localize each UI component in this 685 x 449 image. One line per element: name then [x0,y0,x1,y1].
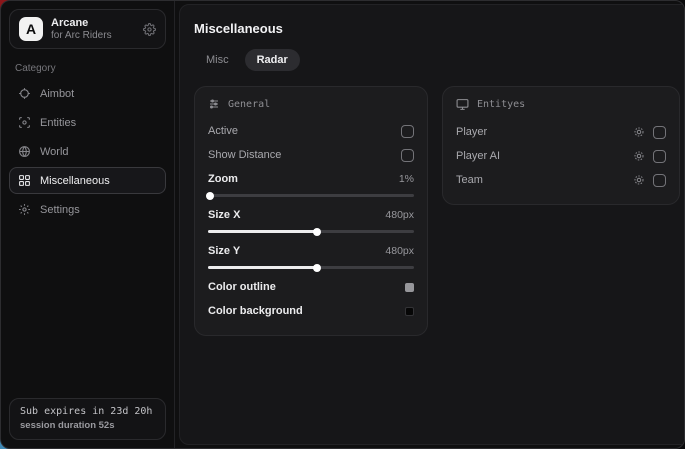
size-y-slider[interactable] [208,263,414,272]
player-ai-checkbox[interactable] [653,150,666,163]
sidebar: A Arcane for Arc Riders Category Aimbot [1,1,175,448]
player-checkbox[interactable] [653,126,666,139]
slider-row-size-x: Size X 480px [208,204,414,226]
zoom-slider[interactable] [208,191,414,200]
sidebar-item-world[interactable]: World [9,138,166,165]
sidebar-item-aimbot[interactable]: Aimbot [9,80,166,107]
scan-icon [18,116,31,129]
entity-label: Player AI [456,150,500,162]
sidebar-item-entities[interactable]: Entities [9,109,166,136]
color-background-swatch[interactable] [405,307,414,316]
toggle-label: Active [208,125,238,137]
sidebar-item-label: World [40,146,69,158]
toggle-row-active: Active [208,120,414,142]
slider-label: Size Y [208,245,240,257]
general-panel: General Active Show Distance Zoom 1% [194,86,428,336]
sidebar-item-label: Aimbot [40,88,74,100]
brand-title: Arcane [51,17,135,30]
page-title: Miscellaneous [194,21,680,36]
main-content: Miscellaneous Misc Radar General Active [179,4,685,445]
subscription-card: Sub expires in 23d 20h session duration … [9,398,166,440]
category-label: Category [15,63,160,74]
tab-misc[interactable]: Misc [194,49,241,71]
slider-value: 480px [385,245,414,257]
entity-row-player: Player [456,121,666,143]
sidebar-item-label: Settings [40,204,80,216]
sub-expiry-text: Sub expires in 23d 20h [20,406,155,417]
entity-label: Team [456,174,483,186]
brand-card[interactable]: A Arcane for Arc Riders [9,9,166,49]
gear-icon[interactable] [633,174,645,186]
session-duration-text: session duration 52s [20,420,155,431]
gear-icon[interactable] [633,126,645,138]
general-panel-title: General [228,99,270,110]
sliders-icon [208,98,220,110]
sidebar-item-miscellaneous[interactable]: Miscellaneous [9,167,166,194]
toggle-row-show-distance: Show Distance [208,144,414,166]
tab-radar[interactable]: Radar [245,49,300,71]
color-outline-swatch[interactable] [405,283,414,292]
gear-icon [18,203,31,216]
entities-panel-title: Entityes [477,99,525,110]
gear-icon[interactable] [143,23,156,36]
tab-bar: Misc Radar [194,49,680,71]
color-row-outline: Color outline [208,276,414,298]
slider-row-size-y: Size Y 480px [208,240,414,262]
slider-value: 1% [399,173,414,185]
slider-row-zoom: Zoom 1% [208,168,414,190]
main-wrap: Miscellaneous Misc Radar General Active [175,1,685,448]
toggle-label: Show Distance [208,149,281,161]
team-checkbox[interactable] [653,174,666,187]
grid-icon [18,174,31,187]
sidebar-item-label: Entities [40,117,76,129]
gear-icon[interactable] [633,150,645,162]
sidebar-nav: Aimbot Entities World Miscellaneous [9,80,166,223]
crosshair-icon [18,87,31,100]
brand-logo: A [19,17,43,41]
entity-row-team: Team [456,169,666,191]
panels: General Active Show Distance Zoom 1% [194,86,680,336]
sidebar-item-label: Miscellaneous [40,175,110,187]
color-row-background: Color background [208,300,414,322]
entity-row-player-ai: Player AI [456,145,666,167]
size-x-slider[interactable] [208,227,414,236]
show-distance-checkbox[interactable] [401,149,414,162]
color-label: Color outline [208,281,276,293]
globe-icon [18,145,31,158]
active-checkbox[interactable] [401,125,414,138]
monitor-icon [456,98,469,111]
sidebar-item-settings[interactable]: Settings [9,196,166,223]
slider-label: Zoom [208,173,238,185]
slider-label: Size X [208,209,240,221]
slider-value: 480px [385,209,414,221]
color-label: Color background [208,305,303,317]
app-window: A Arcane for Arc Riders Category Aimbot [0,0,685,449]
entity-label: Player [456,126,487,138]
brand-subtitle: for Arc Riders [51,30,135,42]
entities-panel: Entityes Player Player AI [442,86,680,205]
